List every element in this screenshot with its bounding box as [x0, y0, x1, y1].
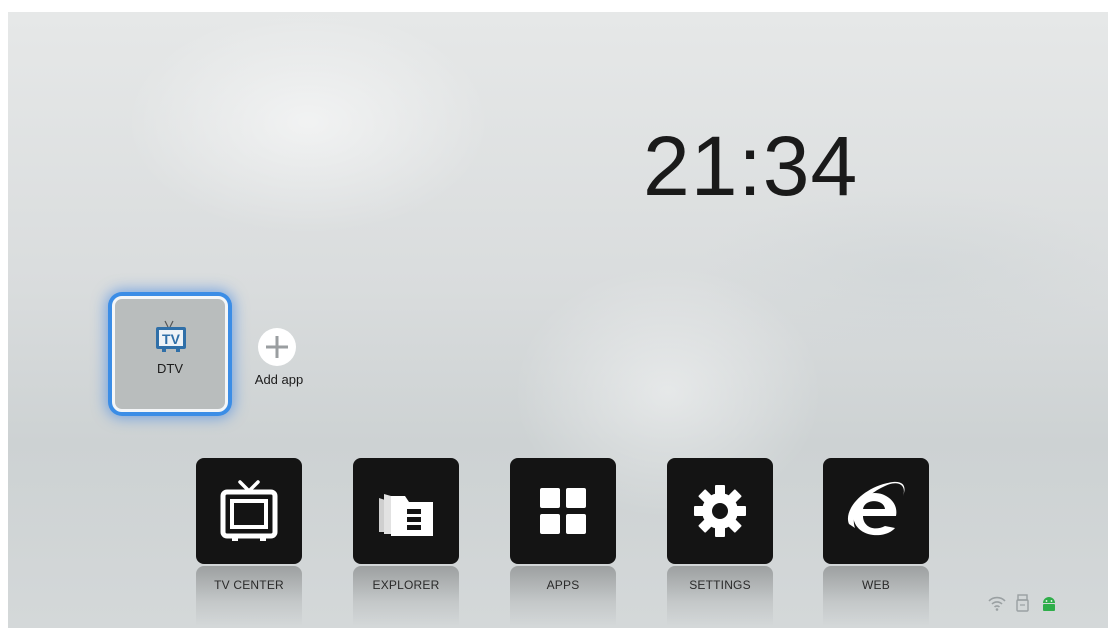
dock-label: APPS: [546, 578, 580, 592]
dock-reflection: [196, 566, 302, 626]
dock-reflection: [667, 566, 773, 626]
dock-tile: [353, 458, 459, 564]
dock-item-settings[interactable]: SETTINGS: [667, 458, 773, 628]
dock-tile: [196, 458, 302, 564]
dock-tile: [510, 458, 616, 564]
svg-text:TV: TV: [162, 331, 181, 347]
wifi-icon: [988, 594, 1006, 612]
plus-icon: [258, 328, 296, 366]
dock-label: SETTINGS: [689, 578, 751, 592]
dock-item-web[interactable]: WEB: [823, 458, 929, 628]
add-app-label: Add app: [254, 372, 304, 387]
home-screen: 21:34 TV DTV Add app TV CENTER EXPLORER …: [8, 12, 1108, 628]
app-tile-label: DTV: [157, 361, 183, 376]
tv-center-icon: [220, 480, 278, 541]
dock-tile: [823, 458, 929, 564]
app-tile-dtv[interactable]: TV DTV: [112, 296, 228, 412]
dock-item-tv-center[interactable]: TV CENTER: [196, 458, 302, 628]
clock-time: 21:34: [643, 119, 859, 213]
tv-icon: TV: [156, 320, 186, 352]
dock-item-explorer[interactable]: EXPLORER: [353, 458, 459, 628]
usb-icon: [1014, 594, 1032, 612]
dock-label: TV CENTER: [214, 578, 284, 592]
android-icon: [1040, 594, 1058, 612]
add-app-button[interactable]: Add app: [244, 328, 314, 388]
status-bar: [988, 594, 1078, 614]
dock-reflection: [353, 566, 459, 626]
dock-item-apps[interactable]: APPS: [510, 458, 616, 628]
dock-label: WEB: [862, 578, 890, 592]
dock-label: EXPLORER: [372, 578, 440, 592]
apps-grid-icon: [540, 488, 586, 534]
folder-icon: [379, 494, 433, 536]
gear-icon: [694, 485, 746, 537]
dock-tile: [667, 458, 773, 564]
browser-e-icon: [847, 481, 905, 536]
dock-reflection: [510, 566, 616, 626]
dock-reflection: [823, 566, 929, 626]
